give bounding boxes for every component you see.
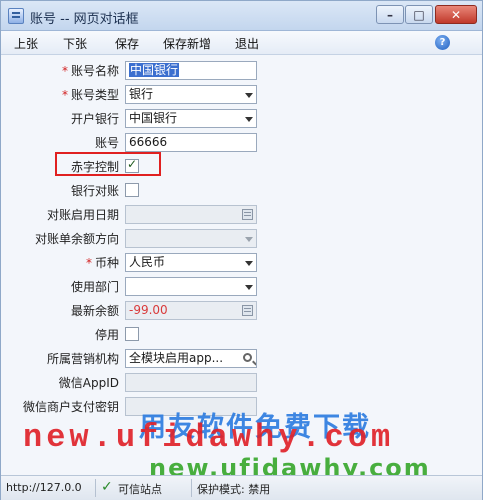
- account-no-label: 账号: [94, 136, 119, 150]
- row-wechat-appid: 微信AppID: [1, 372, 482, 392]
- bank-reconcile-checkbox[interactable]: [125, 183, 139, 197]
- disabled-checkbox[interactable]: [125, 327, 139, 341]
- exit-button[interactable]: 退出: [235, 35, 259, 52]
- title-bar[interactable]: 账号 -- 网页对话框 – □ ✕: [1, 1, 482, 31]
- sales-org-input[interactable]: 全模块启用app...: [125, 349, 257, 368]
- calculator-icon: [242, 305, 253, 316]
- latest-balance-input: -99.00: [125, 301, 257, 320]
- required-mark: *: [61, 64, 68, 78]
- department-label: 使用部门: [70, 280, 119, 294]
- account-type-label: * 账号类型: [61, 88, 119, 102]
- next-button[interactable]: 下张: [63, 35, 87, 52]
- watermark-url-red: new.ufidawhy.com: [23, 419, 395, 456]
- save-new-button[interactable]: 保存新增: [163, 35, 211, 52]
- save-button[interactable]: 保存: [115, 35, 139, 52]
- row-sales-org: 所属营销机构 全模块启用app...: [1, 348, 482, 368]
- check-icon: ✓: [101, 479, 113, 495]
- highlight-box: [55, 152, 161, 176]
- row-department: 使用部门: [1, 276, 482, 296]
- chevron-down-icon: [245, 261, 253, 266]
- status-protected-mode: 保护模式: 禁用: [197, 483, 271, 496]
- calendar-icon[interactable]: [242, 209, 253, 220]
- statement-direction-label: 对账单余额方向: [34, 232, 119, 246]
- required-mark: *: [61, 88, 68, 102]
- wechat-appid-input[interactable]: [125, 373, 257, 392]
- reconcile-date-input[interactable]: [125, 205, 257, 224]
- status-zone: 可信站点: [118, 483, 162, 496]
- bank-label: 开户银行: [70, 112, 119, 126]
- account-type-select[interactable]: 银行: [125, 85, 257, 104]
- minimize-button[interactable]: –: [376, 5, 404, 24]
- bank-select[interactable]: 中国银行: [125, 109, 257, 128]
- row-bank-reconcile: 银行对账: [1, 180, 482, 200]
- wechat-appid-label: 微信AppID: [58, 376, 119, 390]
- status-url: http://127.0.0: [6, 481, 82, 494]
- close-button[interactable]: ✕: [435, 5, 477, 24]
- disabled-label: 停用: [94, 328, 119, 342]
- prev-button[interactable]: 上张: [14, 35, 38, 52]
- row-account-type: * 账号类型 银行: [1, 84, 482, 104]
- toolbar: 上张 下张 保存 保存新增 退出 ?: [1, 31, 482, 55]
- row-disabled: 停用: [1, 324, 482, 344]
- statement-direction-select[interactable]: [125, 229, 257, 248]
- row-latest-balance: 最新余额 -99.00: [1, 300, 482, 320]
- account-name-label: * 账号名称: [61, 64, 119, 78]
- account-name-input[interactable]: 中国银行: [125, 61, 257, 80]
- dialog-window: 账号 -- 网页对话框 – □ ✕ 上张 下张 保存 保存新增 退出 ? * 账号…: [0, 0, 483, 500]
- window-title: 账号 -- 网页对话框: [30, 12, 139, 27]
- row-statement-direction: 对账单余额方向: [1, 228, 482, 248]
- wechat-key-label: 微信商户支付密钥: [22, 400, 119, 414]
- help-icon[interactable]: ?: [435, 35, 450, 50]
- status-divider: [191, 479, 192, 497]
- search-icon[interactable]: [243, 353, 252, 362]
- row-reconcile-date: 对账启用日期: [1, 204, 482, 224]
- row-account-name: * 账号名称 中国银行: [1, 60, 482, 80]
- bank-reconcile-label: 银行对账: [70, 184, 119, 198]
- chevron-down-icon: [245, 93, 253, 98]
- row-bank: 开户银行 中国银行: [1, 108, 482, 128]
- status-divider: [95, 479, 96, 497]
- department-select[interactable]: [125, 277, 257, 296]
- sales-org-label: 所属营销机构: [46, 352, 119, 366]
- row-account-no: 账号 66666: [1, 132, 482, 152]
- latest-balance-label: 最新余额: [70, 304, 119, 318]
- status-bar: http://127.0.0 ✓ 可信站点 保护模式: 禁用: [1, 475, 482, 500]
- chevron-down-icon: [245, 285, 253, 290]
- row-currency: * 币种 人民币: [1, 252, 482, 272]
- reconcile-date-label: 对账启用日期: [46, 208, 119, 222]
- chevron-down-icon: [245, 117, 253, 122]
- account-no-input[interactable]: 66666: [125, 133, 257, 152]
- chevron-down-icon: [245, 237, 253, 242]
- currency-label: * 币种: [85, 256, 119, 270]
- app-icon: [8, 8, 24, 24]
- maximize-button[interactable]: □: [405, 5, 433, 24]
- currency-select[interactable]: 人民币: [125, 253, 257, 272]
- required-mark: *: [85, 256, 92, 270]
